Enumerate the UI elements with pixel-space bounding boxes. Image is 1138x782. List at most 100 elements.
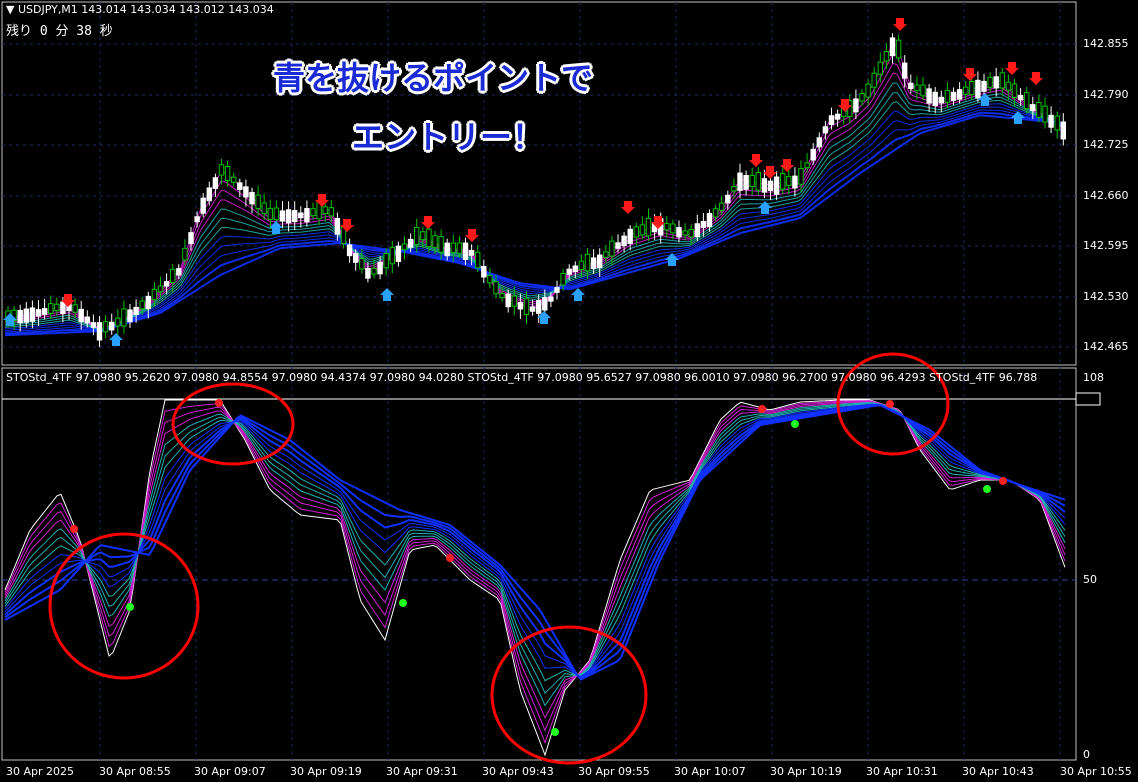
cross-up-dot <box>983 485 991 493</box>
candle-body <box>536 300 542 314</box>
indicator-header: STOStd_4TF 97.0980 95.2620 97.0980 94.85… <box>6 371 1038 384</box>
sell-arrow-icon <box>749 154 763 167</box>
bar-remaining-time: 残り 0 分 38 秒 <box>6 24 113 39</box>
buy-arrow-icon <box>665 253 679 266</box>
candle-body <box>719 202 725 211</box>
candle-body <box>261 202 267 214</box>
candle-body <box>889 37 896 57</box>
candle-body <box>200 197 206 214</box>
price-tick: 142.465 <box>1083 340 1129 353</box>
candle-body <box>145 295 152 310</box>
candle-body <box>688 229 694 238</box>
candle-body <box>792 175 798 189</box>
candle-body <box>865 83 871 98</box>
candle-body <box>566 268 572 275</box>
candle-body <box>743 174 749 190</box>
buy-arrow-icon <box>380 288 394 301</box>
price-tick: 142.530 <box>1083 290 1129 303</box>
candle-body <box>1017 94 1024 101</box>
banner-line-2: エントリー！ <box>352 118 545 156</box>
candle-body <box>700 220 707 228</box>
candle-body <box>621 235 627 247</box>
price-tick: 142.660 <box>1083 189 1129 202</box>
candle-body <box>999 72 1005 89</box>
candle-body <box>834 113 841 120</box>
candle-body <box>676 227 682 238</box>
indicator-ribbon-line <box>4 400 1066 732</box>
candle-body <box>975 79 981 99</box>
candle-body <box>694 223 700 238</box>
candle-body <box>304 208 310 223</box>
candle-body <box>334 218 341 235</box>
candle-body <box>468 250 475 256</box>
candle-body <box>944 89 951 103</box>
candle-body <box>963 86 969 95</box>
candle-body <box>121 308 127 327</box>
time-tick: 30 Apr 08:55 <box>99 765 171 778</box>
cross-down-dot <box>886 400 894 408</box>
indicator-tick: 0 <box>1083 748 1090 761</box>
candle-body <box>780 173 786 190</box>
candle-body <box>72 304 78 313</box>
candle-body <box>682 230 688 236</box>
candle-body <box>633 226 639 238</box>
candle-body <box>481 266 487 278</box>
candle-body <box>1054 115 1060 131</box>
candle-body <box>139 300 145 310</box>
candle-body <box>560 273 566 286</box>
candle-body <box>243 186 249 198</box>
candle-body <box>1011 83 1018 98</box>
candle-body <box>664 222 670 231</box>
time-tick: 30 Apr 09:07 <box>194 765 266 778</box>
candle-body <box>237 182 243 190</box>
candle-body <box>231 176 237 183</box>
price-tick: 142.855 <box>1083 37 1129 50</box>
candle-body <box>371 267 377 275</box>
candle-body <box>950 91 957 101</box>
candle-body <box>597 254 603 269</box>
cross-down-dot <box>215 399 223 407</box>
candle-body <box>767 180 774 192</box>
candle-body <box>401 243 408 251</box>
candle-body <box>902 62 908 79</box>
candle-body <box>170 268 176 284</box>
candle-body <box>249 191 255 205</box>
candle-body <box>426 228 432 248</box>
candle-body <box>731 186 737 192</box>
candle-body <box>377 261 383 275</box>
banner-line-1: 青を抜けるポイントで <box>273 59 594 97</box>
chart-canvas[interactable] <box>0 0 1138 782</box>
candle-body <box>670 223 676 234</box>
candle-body <box>895 39 902 59</box>
candle-body <box>987 76 993 88</box>
price-tick: 142.725 <box>1083 138 1129 151</box>
time-tick: 30 Apr 10:07 <box>674 765 746 778</box>
candle-body <box>90 322 97 328</box>
candle-body <box>926 88 932 104</box>
candle-body <box>969 80 975 96</box>
candle-body <box>84 316 90 324</box>
candle-body <box>359 258 365 270</box>
candle-body <box>786 176 792 186</box>
candle-body <box>1060 121 1066 140</box>
candle-body <box>218 164 225 176</box>
candle-body <box>310 208 316 217</box>
candle-body <box>938 96 944 104</box>
candle-body <box>499 293 505 299</box>
candle-body <box>365 268 371 279</box>
candle-body <box>493 281 499 295</box>
candle-body <box>292 210 298 223</box>
candle-body <box>883 50 890 62</box>
candle-body <box>456 242 463 254</box>
candle-body <box>60 301 66 315</box>
candle-body <box>127 309 133 323</box>
candle-body <box>749 174 755 187</box>
candle-body <box>956 89 963 100</box>
candle-body <box>353 253 359 263</box>
candle-body <box>920 84 926 97</box>
candle-body <box>1036 101 1042 118</box>
symbol-label[interactable]: ▼ USDJPY,M1 143.014 143.034 143.012 143.… <box>6 3 274 16</box>
candle-body <box>828 115 835 126</box>
candle-body <box>109 321 115 331</box>
candle-body <box>194 216 200 223</box>
